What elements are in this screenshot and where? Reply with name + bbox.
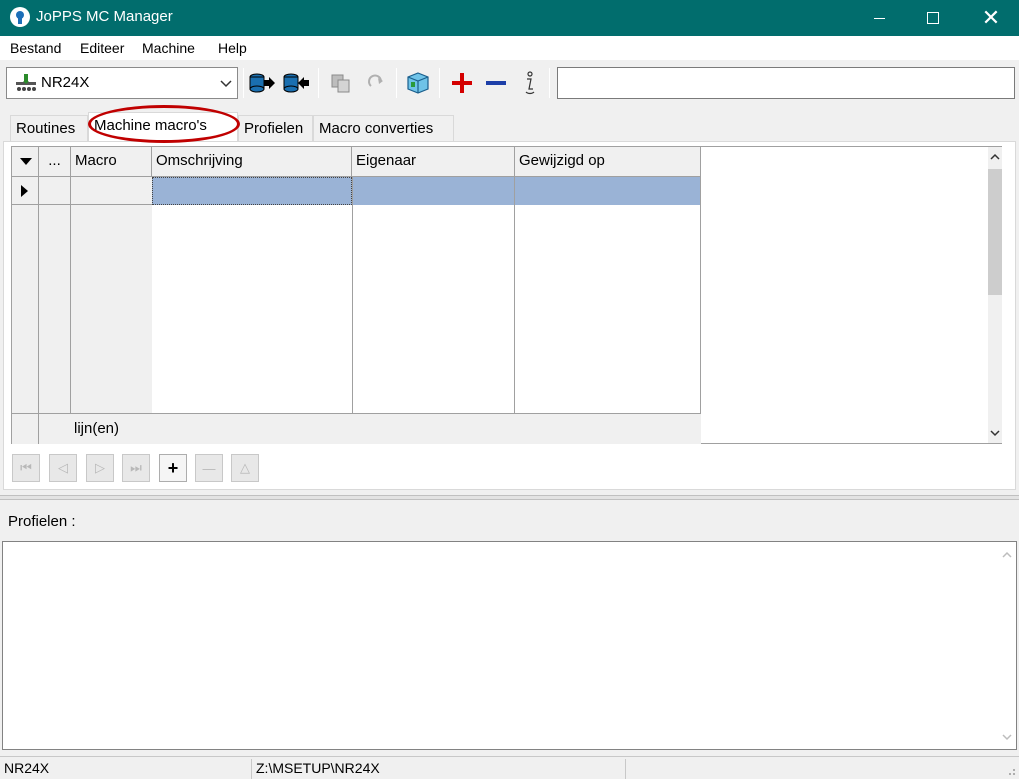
toolbar-separator — [439, 68, 440, 98]
tab-machine-macros[interactable]: Machine macro's — [88, 112, 238, 142]
menu-bestand[interactable]: Bestand — [10, 40, 61, 56]
title-bar: JoPPS MC Manager ✕ — [0, 0, 1019, 36]
maximize-button[interactable] — [910, 0, 956, 36]
export-db-button[interactable] — [248, 70, 276, 96]
toolbar-separator — [318, 68, 319, 98]
redo-button[interactable] — [362, 70, 390, 96]
profiles-memo[interactable] — [2, 541, 1017, 750]
copy-button[interactable] — [328, 70, 356, 96]
current-row-icon — [21, 185, 28, 197]
nav-last-button[interactable]: ⏭ — [122, 454, 150, 482]
chevron-down-icon[interactable] — [219, 76, 233, 90]
nav-add-button[interactable]: + — [159, 454, 187, 482]
info-icon — [525, 71, 535, 95]
tab-routines[interactable]: Routines — [10, 115, 88, 142]
package-icon — [407, 72, 429, 94]
toolbar-search-input[interactable] — [557, 67, 1015, 99]
panel-splitter[interactable] — [0, 495, 1019, 500]
copy-icon — [331, 74, 350, 93]
column-divider — [352, 177, 353, 413]
nav-prev-button[interactable]: ◁ — [49, 454, 77, 482]
machine-select-value: NR24X — [41, 74, 90, 91]
tab-macro-converties[interactable]: Macro converties — [313, 115, 454, 142]
toolbar-separator — [549, 68, 550, 98]
column-header-indicator[interactable] — [12, 147, 39, 177]
column-header-macro[interactable]: Macro — [71, 147, 152, 177]
tab-profielen[interactable]: Profielen — [238, 115, 313, 142]
profiles-label: Profielen : — [8, 513, 76, 530]
machine-select[interactable]: NR24X — [6, 67, 238, 99]
column-header-gewijzigd-op[interactable]: Gewijzigd op — [515, 147, 701, 177]
menu-bar: Bestand Editeer Machine Help — [0, 36, 1019, 60]
sort-down-icon — [20, 158, 32, 165]
status-bar: NR24X Z:\MSETUP\NR24X — [0, 756, 1019, 779]
nav-next-button[interactable]: ▷ — [86, 454, 114, 482]
macro-grid[interactable]: ... Macro Omschrijving Eigenaar Gewijzig… — [11, 146, 1002, 444]
package-button[interactable] — [404, 70, 432, 96]
database-import-icon — [283, 73, 309, 93]
nav-first-button[interactable]: ⏮ — [12, 454, 40, 482]
ellipsis-column — [39, 177, 71, 413]
scroll-down-icon[interactable] — [1002, 732, 1012, 742]
window-title: JoPPS MC Manager — [36, 8, 173, 25]
redo-icon — [368, 74, 383, 87]
database-export-icon — [249, 73, 275, 93]
menu-machine[interactable]: Machine — [142, 40, 195, 56]
scroll-down-icon[interactable] — [990, 428, 1000, 438]
grid-scrollbar[interactable] — [988, 147, 1002, 443]
status-machine: NR24X — [0, 759, 252, 779]
import-db-button[interactable] — [282, 70, 310, 96]
remove-button[interactable] — [482, 70, 510, 96]
menu-help[interactable]: Help — [218, 40, 247, 56]
toolbar-separator — [396, 68, 397, 98]
memo-scrollbar[interactable] — [999, 542, 1016, 749]
column-divider — [700, 147, 701, 443]
toolbar-separator — [243, 68, 244, 98]
close-button[interactable]: ✕ — [968, 0, 1014, 36]
focused-cell[interactable] — [152, 177, 352, 205]
scroll-up-icon[interactable] — [990, 152, 1000, 162]
add-button[interactable] — [448, 70, 476, 96]
minimize-button[interactable] — [856, 0, 902, 36]
status-path: Z:\MSETUP\NR24X — [252, 759, 626, 779]
column-header-omschrijving[interactable]: Omschrijving — [152, 147, 352, 177]
app-icon — [10, 7, 30, 27]
machine-icon — [16, 74, 36, 91]
plus-icon — [452, 73, 472, 93]
nav-delete-button[interactable]: — — [195, 454, 223, 482]
nav-edit-button[interactable]: △ — [231, 454, 259, 482]
info-button[interactable] — [515, 70, 543, 96]
grid-footer: lijn(en) — [12, 413, 701, 444]
scroll-up-icon[interactable] — [1002, 550, 1012, 560]
column-divider — [514, 177, 515, 413]
scrollbar-thumb[interactable] — [988, 169, 1002, 295]
line-count-label: lijn(en) — [74, 420, 120, 437]
macro-column-body — [71, 177, 152, 413]
minus-icon — [486, 81, 506, 85]
tab-strip: Routines Machine macro's Profielen Macro… — [0, 112, 1019, 142]
resize-grip-icon[interactable] — [1004, 763, 1016, 775]
footer-divider — [38, 414, 39, 444]
menu-editeer[interactable]: Editeer — [80, 40, 124, 56]
column-header-ellipsis[interactable]: ... — [39, 147, 71, 177]
row-divider — [12, 204, 152, 205]
column-header-eigenaar[interactable]: Eigenaar — [352, 147, 515, 177]
row-indicator-column — [12, 177, 39, 413]
